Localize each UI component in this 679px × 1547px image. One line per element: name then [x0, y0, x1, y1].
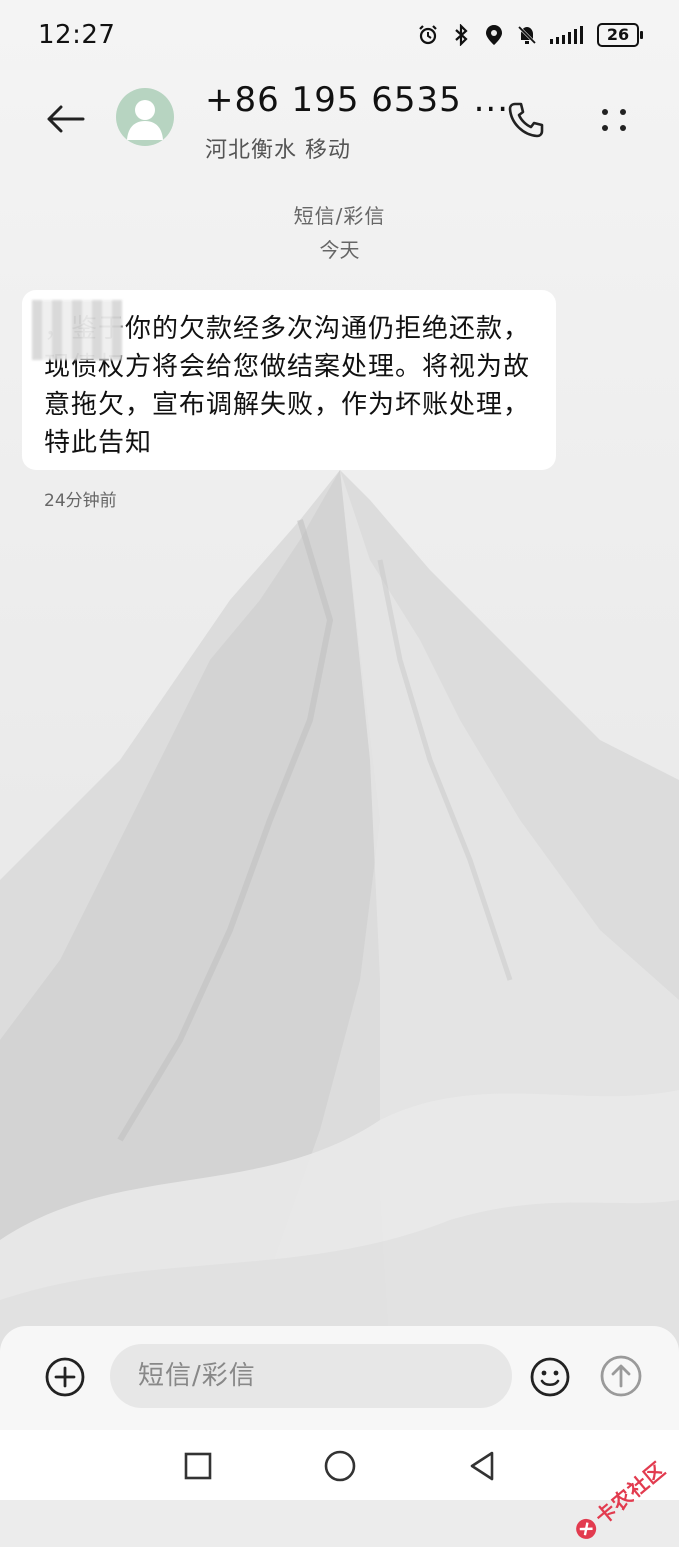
send-button[interactable]: [597, 1352, 645, 1400]
system-navigation-bar: [0, 1430, 679, 1500]
emoji-button[interactable]: [527, 1354, 573, 1400]
date-separator: 今天: [319, 238, 360, 262]
back-button[interactable]: [40, 94, 90, 144]
back-arrow-icon: [47, 105, 85, 133]
add-circle-icon: [45, 1357, 85, 1397]
bluetooth-icon: [449, 23, 473, 47]
message-type-label: 短信/彩信: [293, 204, 386, 228]
message-bubble[interactable]: ，鉴于你的欠款经多次沟通仍拒绝还款，现债权方将会给您做结案处理。将视为故意拖欠，…: [22, 290, 556, 470]
call-button[interactable]: [504, 98, 548, 142]
status-bar: 12:27 26: [0, 0, 679, 68]
nav-back-button[interactable]: [460, 1444, 504, 1488]
alarm-icon: [416, 23, 440, 47]
more-vertical-icon: [602, 109, 626, 131]
battery-icon: 26: [597, 23, 643, 47]
home-button[interactable]: [318, 1444, 362, 1488]
status-time: 12:27: [38, 20, 116, 50]
signal-icon: [548, 23, 588, 47]
home-circle-icon: [324, 1450, 356, 1482]
mute-bell-icon: [515, 23, 539, 47]
recents-button[interactable]: [176, 1444, 220, 1488]
composer-bar: 短信/彩信: [0, 1326, 679, 1430]
add-attachment-button[interactable]: [42, 1354, 88, 1400]
redacted-mask: [32, 300, 122, 360]
message-timestamp: 24分钟前: [44, 491, 117, 511]
person-icon: [127, 100, 163, 140]
send-arrow-icon: [600, 1355, 642, 1397]
back-triangle-icon: [470, 1451, 494, 1481]
conversation-header: +86 195 6535 ... 河北衡水 移动: [0, 70, 679, 170]
message-input[interactable]: 短信/彩信: [110, 1344, 512, 1408]
emoji-icon: [530, 1357, 570, 1397]
contact-name[interactable]: +86 195 6535 ...: [205, 80, 509, 120]
recents-square-icon: [184, 1452, 212, 1480]
location-icon: [482, 23, 506, 47]
more-options-button[interactable]: [594, 98, 634, 142]
phone-icon: [508, 102, 544, 138]
contact-location: 河北衡水 移动: [205, 138, 351, 163]
status-icons: 26: [416, 20, 643, 50]
avatar[interactable]: [116, 88, 174, 146]
